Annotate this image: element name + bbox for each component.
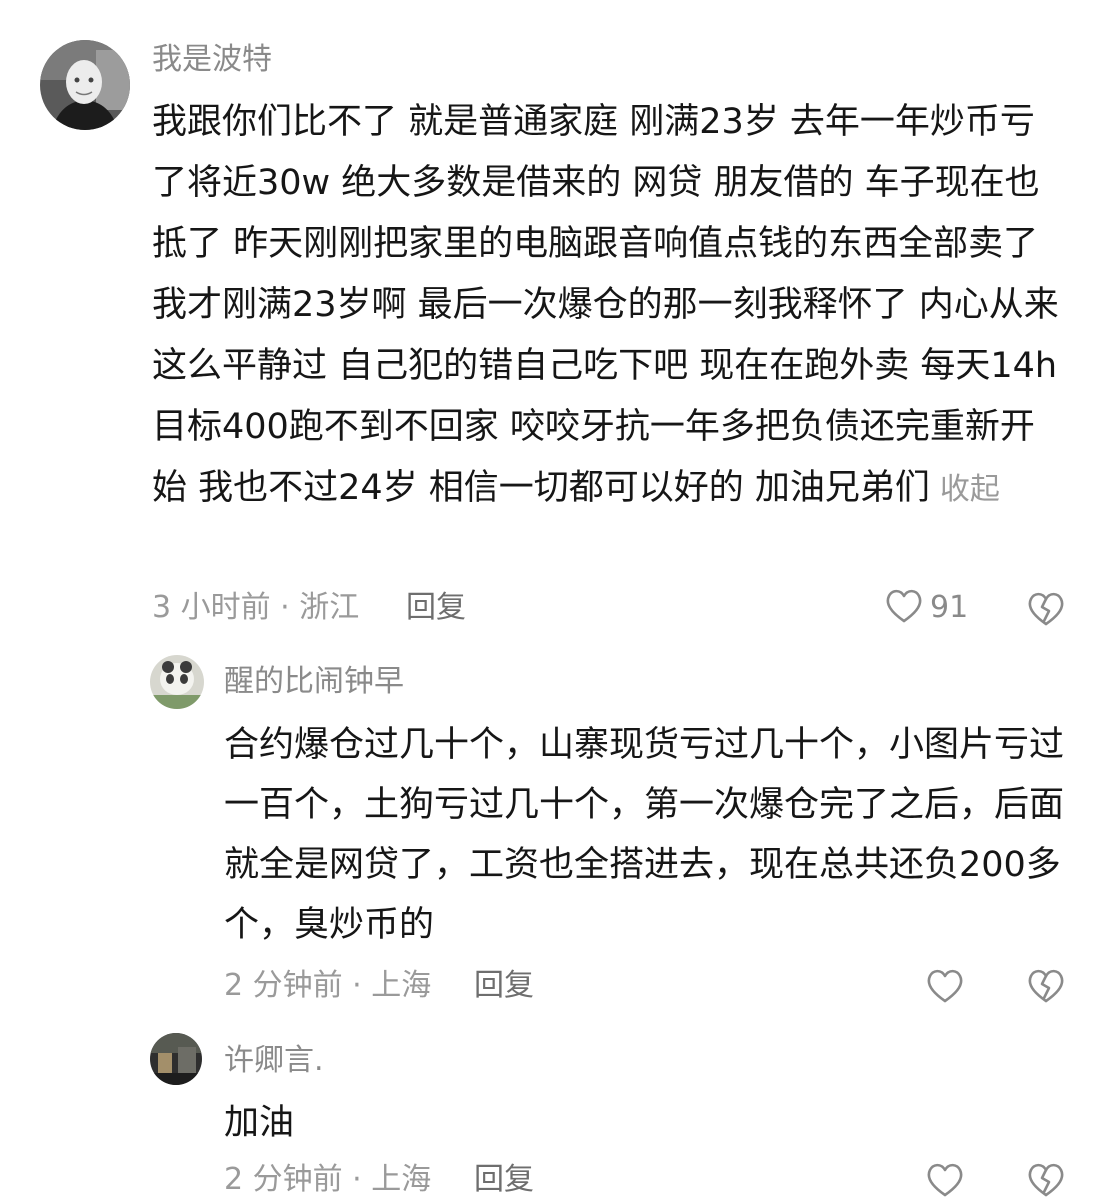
- collapse-link[interactable]: 收起: [940, 472, 1000, 507]
- reply-button[interactable]: 回复: [474, 966, 534, 1006]
- comment-body: 我跟你们比不了 就是普通家庭 刚满23岁 去年一年炒币亏了将近30w 绝大多数是…: [152, 102, 1059, 508]
- reply-button[interactable]: 回复: [474, 1160, 534, 1200]
- reply-time-location: 2 分钟前 · 上海: [224, 968, 432, 1003]
- heart-outline-icon: [925, 969, 965, 1009]
- heart-outline-icon: [884, 587, 924, 629]
- reply-text: 合约爆仓过几十个，山寨现货亏过几十个，小图片亏过一百个，土狗亏过几十个，第一次爆…: [224, 725, 1065, 945]
- avatar[interactable]: [150, 1033, 202, 1085]
- comment-username[interactable]: 我是波特: [152, 40, 272, 80]
- like-button[interactable]: [925, 967, 965, 1005]
- reply-username[interactable]: 许卿言.: [224, 1041, 324, 1081]
- reply-time-location: 2 分钟前 · 上海: [224, 1162, 432, 1197]
- avatar[interactable]: [150, 655, 204, 709]
- like-button[interactable]: [925, 1161, 965, 1199]
- like-button[interactable]: 91: [884, 588, 968, 628]
- broken-heart-icon: [1026, 592, 1066, 632]
- dislike-button[interactable]: [1026, 967, 1066, 1005]
- comment-text: 我跟你们比不了 就是普通家庭 刚满23岁 去年一年炒币亏了将近30w 绝大多数是…: [152, 92, 1067, 520]
- reply-button[interactable]: 回复: [406, 588, 466, 628]
- dislike-button[interactable]: [1026, 590, 1066, 628]
- avatar[interactable]: [40, 40, 130, 130]
- dislike-button[interactable]: [1026, 1161, 1066, 1199]
- broken-heart-icon: [1026, 1163, 1066, 1203]
- broken-heart-icon: [1026, 969, 1066, 1009]
- reply-text: 加油: [224, 1103, 295, 1143]
- comment-time-location: 3 小时前 · 浙江: [152, 590, 360, 625]
- reply-username[interactable]: 醒的比闹钟早: [224, 662, 404, 702]
- heart-outline-icon: [925, 1163, 965, 1203]
- like-count: 91: [930, 590, 969, 625]
